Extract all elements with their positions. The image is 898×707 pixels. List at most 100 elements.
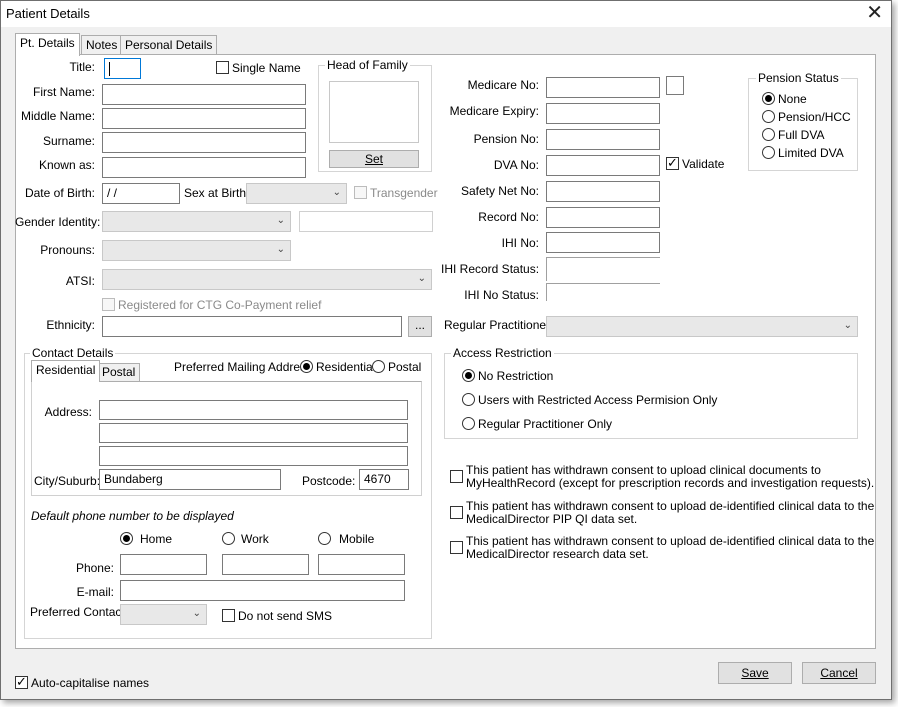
phone-work-input[interactable] bbox=[222, 554, 309, 575]
phone-work-radio[interactable] bbox=[222, 532, 235, 545]
cancel-button[interactable]: Cancel bbox=[802, 662, 876, 684]
tab-pt-details[interactable]: Pt. Details bbox=[15, 33, 80, 56]
ctg-checkbox[interactable] bbox=[102, 298, 115, 311]
address-line-3-input[interactable] bbox=[99, 446, 408, 466]
gender-identity-other-input[interactable] bbox=[299, 211, 433, 232]
transgender-checkbox[interactable] bbox=[354, 186, 367, 199]
pension-none-radio[interactable] bbox=[762, 92, 775, 105]
phone-home-radio[interactable] bbox=[120, 532, 133, 545]
pension-none-label: None bbox=[778, 92, 807, 106]
transgender-label: Transgender bbox=[370, 186, 438, 200]
auto-capitalise-checkbox[interactable] bbox=[15, 674, 28, 690]
consent-research-line1: This patient has withdrawn consent to up… bbox=[466, 534, 875, 548]
title-input[interactable] bbox=[104, 58, 141, 79]
mail-postal-radio[interactable] bbox=[372, 360, 385, 373]
regular-practitioner-select[interactable]: ⌄ bbox=[546, 316, 858, 337]
pronouns-select[interactable]: ⌄ bbox=[102, 240, 291, 261]
regular-practitioner-only-radio[interactable] bbox=[462, 417, 475, 430]
consent-research-checkbox[interactable] bbox=[450, 541, 463, 554]
auto-capitalise-label: Auto-capitalise names bbox=[31, 676, 150, 690]
phone-mobile-input[interactable] bbox=[318, 554, 405, 575]
set-button[interactable]: Set bbox=[329, 150, 419, 168]
phone-mobile-label: Mobile bbox=[339, 532, 375, 546]
chevron-down-icon: ⌄ bbox=[843, 320, 852, 331]
cancel-button-label: Cancel bbox=[820, 666, 858, 680]
dob-input[interactable]: / / bbox=[102, 183, 180, 204]
no-sms-checkbox[interactable] bbox=[222, 609, 235, 622]
contact-details-legend: Contact Details bbox=[30, 346, 116, 360]
email-input[interactable] bbox=[120, 580, 405, 601]
tab-residential[interactable]: Residential bbox=[31, 360, 101, 382]
close-icon[interactable]: ✕ bbox=[866, 2, 883, 24]
atsi-label: ATSI: bbox=[65, 274, 95, 288]
single-name-checkbox[interactable] bbox=[216, 61, 229, 74]
no-restriction-radio[interactable] bbox=[462, 369, 475, 382]
consent-pipqi-line2: MedicalDirector PIP QI data set. bbox=[466, 512, 638, 526]
full-dva-radio[interactable] bbox=[762, 128, 775, 141]
consent-pipqi-checkbox[interactable] bbox=[450, 506, 463, 519]
city-input[interactable]: Bundaberg bbox=[99, 469, 281, 490]
tab-notes[interactable]: Notes bbox=[81, 35, 123, 55]
medicare-expiry-label: Medicare Expiry: bbox=[449, 104, 539, 118]
text-cursor bbox=[109, 62, 110, 76]
limited-dva-radio[interactable] bbox=[762, 146, 775, 159]
sex-select[interactable]: ⌄ bbox=[246, 183, 347, 204]
dva-no-input[interactable] bbox=[546, 155, 660, 176]
consent-pipqi-line1: This patient has withdrawn consent to up… bbox=[466, 499, 875, 513]
first-name-label: First Name: bbox=[32, 85, 95, 99]
phone-mobile-radio[interactable] bbox=[318, 532, 331, 545]
medicare-no-input[interactable] bbox=[546, 77, 660, 98]
tab-postal[interactable]: Postal bbox=[97, 363, 141, 381]
known-as-input[interactable] bbox=[102, 157, 306, 178]
ihi-record-status-label: IHI Record Status: bbox=[441, 262, 540, 276]
postcode-input[interactable]: 4670 bbox=[359, 469, 409, 490]
medicare-no-label: Medicare No: bbox=[467, 78, 539, 92]
regular-practitioner-label: Regular Practitioner: bbox=[444, 318, 554, 332]
pension-status-legend: Pension Status bbox=[756, 71, 841, 85]
atsi-select[interactable]: ⌄ bbox=[102, 269, 432, 290]
email-label: E-mail: bbox=[76, 585, 114, 599]
validate-label: Validate bbox=[682, 157, 725, 171]
medicare-expiry-input[interactable] bbox=[546, 103, 660, 124]
address-line-1-input[interactable] bbox=[99, 400, 408, 420]
no-restriction-label: No Restriction bbox=[478, 369, 554, 383]
pension-hcc-radio[interactable] bbox=[762, 110, 775, 123]
restricted-access-label: Users with Restricted Access Permision O… bbox=[478, 393, 718, 407]
preferred-contact-select[interactable]: ⌄ bbox=[120, 604, 207, 625]
gender-identity-select[interactable]: ⌄ bbox=[102, 211, 291, 232]
set-button-label: Set bbox=[364, 152, 383, 166]
save-button[interactable]: Save bbox=[718, 662, 792, 684]
phone-home-input[interactable] bbox=[120, 554, 207, 575]
preferred-mailing-label: Preferred Mailing Address bbox=[174, 360, 313, 374]
ihi-no-input[interactable] bbox=[546, 232, 660, 253]
safety-net-label: Safety Net No: bbox=[460, 184, 539, 198]
consent-mhr-checkbox[interactable] bbox=[450, 470, 463, 483]
mail-postal-label: Postal bbox=[388, 360, 422, 374]
default-phone-label: Default phone number to be displayed bbox=[31, 509, 234, 523]
surname-input[interactable] bbox=[102, 132, 306, 153]
safety-net-input[interactable] bbox=[546, 181, 660, 202]
limited-dva-label: Limited DVA bbox=[778, 146, 844, 160]
ethnicity-input[interactable] bbox=[102, 316, 402, 337]
regular-practitioner-only-label: Regular Practitioner Only bbox=[478, 417, 613, 431]
mail-residential-radio[interactable] bbox=[300, 360, 313, 373]
pension-no-input[interactable] bbox=[546, 129, 660, 150]
medicare-irn-input[interactable] bbox=[666, 76, 684, 95]
title-label: Title: bbox=[69, 60, 95, 74]
head-of-family-list[interactable] bbox=[329, 81, 419, 143]
chevron-down-icon: ⌄ bbox=[332, 187, 341, 198]
middle-name-input[interactable] bbox=[102, 108, 306, 129]
validate-checkbox[interactable] bbox=[666, 155, 679, 171]
ihi-no-status-value bbox=[546, 283, 660, 301]
ethnicity-browse-button[interactable]: ... bbox=[408, 316, 432, 337]
city-label: City/Suburb: bbox=[34, 474, 101, 488]
pronouns-label: Pronouns: bbox=[40, 243, 95, 257]
record-no-input[interactable] bbox=[546, 207, 660, 228]
tab-personal-details[interactable]: Personal Details bbox=[120, 35, 218, 55]
address-label: Address: bbox=[44, 405, 92, 419]
address-line-2-input[interactable] bbox=[99, 423, 408, 443]
consent-mhr-line2: MyHealthRecord (except for prescription … bbox=[466, 476, 875, 490]
single-name-label: Single Name bbox=[232, 61, 301, 75]
first-name-input[interactable] bbox=[102, 84, 306, 105]
restricted-access-radio[interactable] bbox=[462, 393, 475, 406]
